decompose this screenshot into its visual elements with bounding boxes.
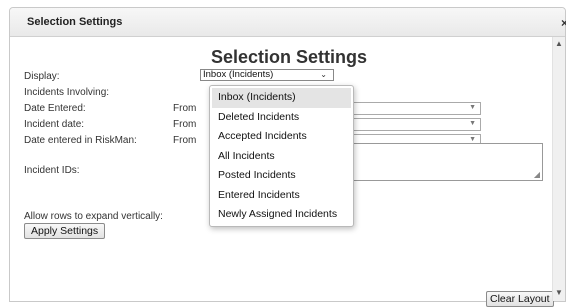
triangle-down-icon[interactable]: ▼ [469, 120, 476, 127]
dropdown-option-deleted[interactable]: Deleted Incidents [212, 108, 351, 128]
display-select[interactable]: Inbox (Incidents) ⌄ [200, 69, 334, 81]
chevron-down-icon: ⌄ [320, 70, 327, 79]
date-entered-to-field[interactable]: ▼ [351, 102, 481, 115]
dropdown-option-newly-assigned[interactable]: Newly Assigned Incidents [212, 205, 351, 225]
dialog-title: Selection Settings [27, 16, 123, 28]
clear-layout-button[interactable]: Clear Layout [486, 291, 554, 307]
triangle-down-icon[interactable]: ▼ [469, 104, 476, 111]
dialog-content: Selection Settings Display: Inbox (Incid… [10, 37, 554, 307]
display-dropdown-menu: Inbox (Incidents) Deleted Incidents Acce… [209, 85, 354, 227]
dropdown-option-accepted[interactable]: Accepted Incidents [212, 127, 351, 147]
close-icon[interactable]: × [561, 16, 566, 30]
expand-rows-label: Allow rows to expand vertically: [24, 211, 163, 222]
vertical-scrollbar[interactable]: ▲ ▼ [552, 37, 565, 301]
date-entered-from-label: From [173, 103, 197, 114]
resize-grip-icon[interactable]: ◢ [534, 170, 540, 179]
incident-ids-textarea[interactable]: ◢ [351, 143, 543, 181]
incident-ids-label: Incident IDs: [24, 165, 80, 176]
incident-date-label: Incident date: [24, 119, 85, 130]
scroll-up-arrow-icon[interactable]: ▲ [555, 39, 563, 48]
page-title: Selection Settings [211, 47, 368, 67]
date-entered-label: Date Entered: [24, 103, 86, 114]
dropdown-option-entered[interactable]: Entered Incidents [212, 186, 351, 206]
incident-date-to-field[interactable]: ▼ [351, 118, 481, 131]
incidents-involving-label: Incidents Involving: [24, 87, 110, 98]
riskman-date-label: Date entered in RiskMan: [24, 135, 137, 146]
dropdown-option-posted[interactable]: Posted Incidents [212, 166, 351, 186]
dialog-titlebar[interactable]: Selection Settings × [10, 8, 566, 37]
triangle-down-icon[interactable]: ▼ [469, 136, 476, 143]
scroll-down-arrow-icon[interactable]: ▼ [555, 288, 563, 297]
incident-date-from-label: From [173, 119, 197, 130]
dropdown-option-all[interactable]: All Incidents [212, 147, 351, 167]
display-select-value: Inbox (Incidents) [203, 69, 274, 80]
dropdown-option-inbox[interactable]: Inbox (Incidents) [212, 88, 351, 108]
riskman-date-from-label: From [173, 135, 197, 146]
selection-settings-dialog: Selection Settings × Selection Settings … [9, 7, 566, 307]
display-label: Display: [24, 71, 60, 82]
apply-settings-button[interactable]: Apply Settings [24, 223, 106, 239]
